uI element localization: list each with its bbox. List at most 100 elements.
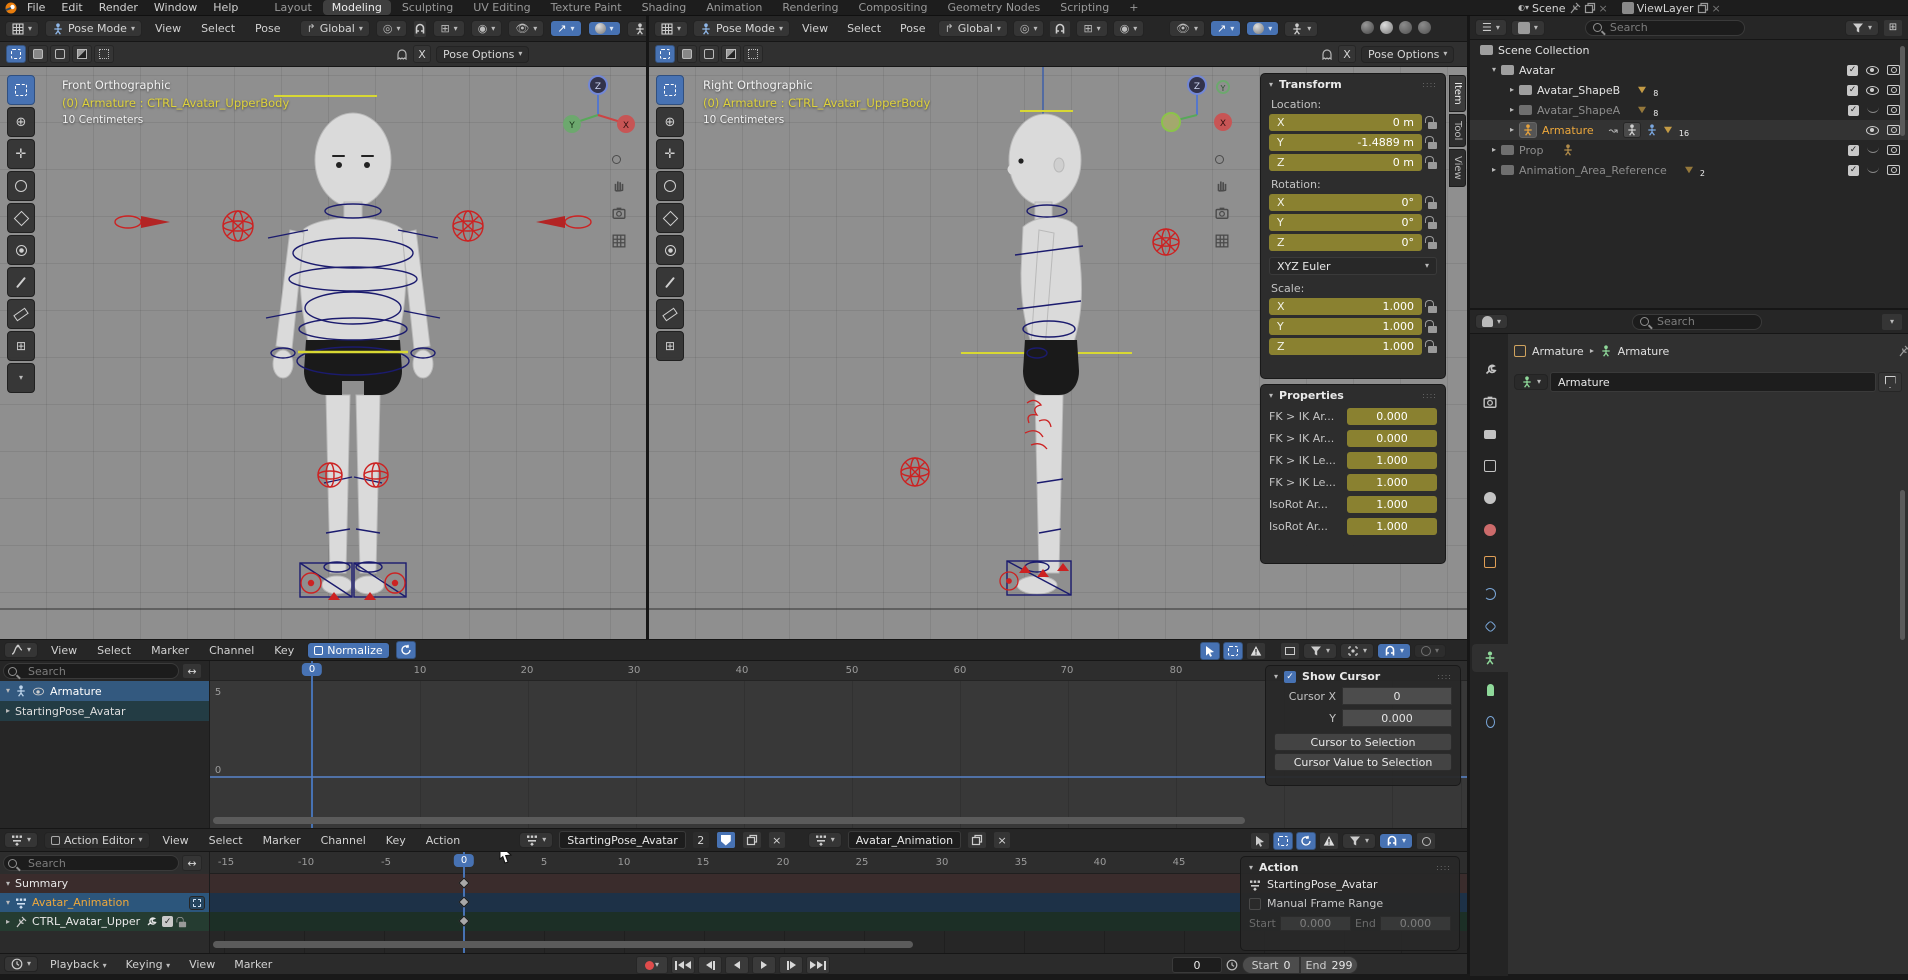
graph-menu-channel[interactable]: Channel	[202, 643, 261, 658]
channel-summary[interactable]: ▾ Summary	[0, 874, 209, 893]
scene-copy-icon[interactable]	[1584, 2, 1596, 14]
object-visibility-dropdown[interactable]: 👁▾	[508, 20, 544, 37]
disable-render-icon[interactable]	[1887, 145, 1900, 155]
viewlayer-copy-icon[interactable]	[1697, 2, 1709, 14]
channel-search-input[interactable]	[3, 663, 179, 679]
viewlayer-icon[interactable]	[1622, 2, 1634, 14]
camera-view-icon[interactable]	[612, 206, 626, 220]
snap-target[interactable]: ⊞▾	[433, 20, 464, 37]
location-y-field[interactable]: Y-1.4889 m	[1269, 134, 1422, 151]
expand-icon[interactable]: ▸	[1510, 86, 1514, 94]
stopwatch-icon[interactable]	[1226, 959, 1238, 971]
expand-icon[interactable]: ▾	[6, 880, 10, 888]
collapse-icon[interactable]: ▾	[1249, 864, 1253, 872]
lock-icon[interactable]	[1428, 242, 1437, 249]
workspace-tab-scripting[interactable]: Scripting	[1051, 0, 1118, 15]
prev-keyframe-button[interactable]	[698, 956, 722, 974]
scale-y-field[interactable]: Y1.000	[1269, 318, 1422, 335]
mirror-x-toggle[interactable]: X	[413, 45, 431, 63]
outliner-row-prop[interactable]: ▸ Prop ✓	[1470, 140, 1908, 160]
channel-startingpose[interactable]: ▸ StartingPose_Avatar	[0, 701, 209, 721]
show-gizmo-toggle[interactable]: ↗▾	[1210, 20, 1241, 37]
rotation-y-field[interactable]: Y0°	[1269, 214, 1422, 231]
cursor-to-selection-button[interactable]: Cursor to Selection	[1274, 733, 1452, 751]
show-errors-icon[interactable]	[1246, 642, 1266, 660]
tab-bone-constraint[interactable]	[1472, 708, 1508, 736]
disable-render-icon[interactable]	[1887, 85, 1900, 95]
wrench-icon[interactable]	[145, 916, 157, 928]
cursor-x-field[interactable]: 0	[1342, 687, 1452, 705]
tool-annotate[interactable]	[7, 267, 35, 297]
frame-target-dropdown[interactable]: ▾	[1340, 643, 1374, 659]
scene-icon[interactable]: ◐▾	[1518, 4, 1529, 12]
workspace-tab-uv-editing[interactable]: UV Editing	[464, 0, 539, 15]
auto-keying-record-button[interactable]: ▾	[636, 956, 668, 974]
dope-menu-marker[interactable]: Marker	[256, 833, 308, 848]
tool-measure[interactable]	[7, 299, 35, 329]
mode-selector[interactable]: Pose Mode▾	[45, 20, 142, 37]
stash-datablock-icon[interactable]: ▾	[808, 832, 842, 848]
cursor-y-field[interactable]: 0.000	[1342, 709, 1452, 727]
shading-wireframe-icon[interactable]	[1361, 21, 1374, 34]
expand-search-icon[interactable]: ↔	[182, 855, 202, 871]
pivot-point[interactable]: ◎▾	[376, 20, 408, 37]
lock-icon[interactable]	[1428, 222, 1437, 229]
current-frame-field[interactable]: 0	[1172, 957, 1222, 973]
expand-icon[interactable]: ▸	[1510, 106, 1514, 114]
channel-ctrl-avatar-upper[interactable]: ▸ CTRL_Avatar_Upper ✓	[0, 912, 209, 931]
outliner-search-input[interactable]	[1585, 20, 1745, 36]
viewport-menu-pose[interactable]: Pose	[893, 21, 932, 36]
scene-name[interactable]: Scene	[1532, 2, 1566, 15]
exclude-checkbox[interactable]: ✓	[1848, 165, 1859, 176]
tool-measure[interactable]	[656, 299, 684, 329]
fake-user-shield-icon[interactable]	[716, 831, 736, 849]
properties-scrollbar[interactable]	[1900, 490, 1905, 640]
start-field[interactable]: 0.000	[1280, 916, 1351, 931]
dope-menu-channel[interactable]: Channel	[314, 833, 373, 848]
select-mode-subtract-icon[interactable]	[50, 45, 70, 63]
channel-armature[interactable]: ▾ Armature	[0, 681, 209, 701]
pose-options-dropdown[interactable]: Pose Options▾	[436, 46, 529, 63]
dopesheet-mode-dropdown[interactable]: Action Editor▾	[44, 832, 150, 849]
action-name-text[interactable]: StartingPose_Avatar	[1267, 878, 1378, 891]
snap-dropdown[interactable]: ▾	[1377, 643, 1411, 659]
editor-type-viewport-icon[interactable]: ▾	[654, 21, 688, 37]
graph-menu-view[interactable]: View	[44, 643, 84, 658]
workspace-tab-modeling[interactable]: Modeling	[323, 0, 391, 15]
tab-view-layer[interactable]	[1472, 452, 1508, 480]
workspace-tab-texture-paint[interactable]: Texture Paint	[542, 0, 631, 15]
hide-icon[interactable]	[1867, 167, 1879, 173]
normalize-toggle[interactable]: Normalize	[307, 642, 389, 659]
disable-render-icon[interactable]	[1887, 165, 1900, 175]
expand-icon[interactable]: ▸	[1492, 146, 1496, 154]
tool-rotate[interactable]	[7, 171, 35, 201]
proportional-falloff-dropdown[interactable]: ▾	[1414, 644, 1446, 658]
tool-transform[interactable]	[656, 235, 684, 265]
select-mode-new-icon[interactable]	[655, 45, 675, 63]
tool-scale[interactable]	[656, 203, 684, 233]
dope-menu-key[interactable]: Key	[379, 833, 413, 848]
mirror-ghost-icon[interactable]	[1321, 48, 1333, 60]
rotation-x-field[interactable]: X0°	[1269, 194, 1422, 211]
graph-ruler[interactable]: 0 10 20 30 40 50 60 70 80	[0, 661, 1467, 681]
zoom-icon[interactable]	[612, 155, 621, 164]
workspace-tab-layout[interactable]: Layout	[265, 0, 320, 15]
viewport-left-canvas[interactable]: ⊕ ✛ ⊞ ▾ Front Orthographic (0) Armature …	[0, 67, 646, 639]
proportional-edit[interactable]: ◉▾	[1113, 20, 1145, 37]
outliner-row-animation-area-reference[interactable]: ▸ Animation_Area_Reference 2 ✓	[1470, 160, 1908, 180]
collapse-icon[interactable]: ▾	[1269, 392, 1273, 400]
xray-toggle[interactable]: ▾	[1284, 21, 1318, 37]
location-x-field[interactable]: X0 m	[1269, 114, 1422, 131]
pose-options-dropdown[interactable]: Pose Options▾	[1361, 46, 1454, 63]
hide-icon[interactable]	[1867, 147, 1879, 153]
lock-icon[interactable]	[1428, 202, 1437, 209]
current-frame-tag[interactable]: 0	[302, 663, 322, 676]
sidebar-tab-view[interactable]: View	[1449, 149, 1466, 187]
view-menu[interactable]: View	[182, 957, 222, 972]
outliner-row-armature[interactable]: ▸ Armature ↝ 16	[1470, 120, 1908, 140]
show-cursor-checkbox[interactable]: ✓	[1284, 671, 1296, 683]
lock-icon[interactable]	[1428, 346, 1437, 353]
select-mode-extend-icon[interactable]	[677, 45, 697, 63]
cursor-value-to-selection-button[interactable]: Cursor Value to Selection	[1274, 753, 1452, 771]
select-mode-extend-icon[interactable]	[28, 45, 48, 63]
